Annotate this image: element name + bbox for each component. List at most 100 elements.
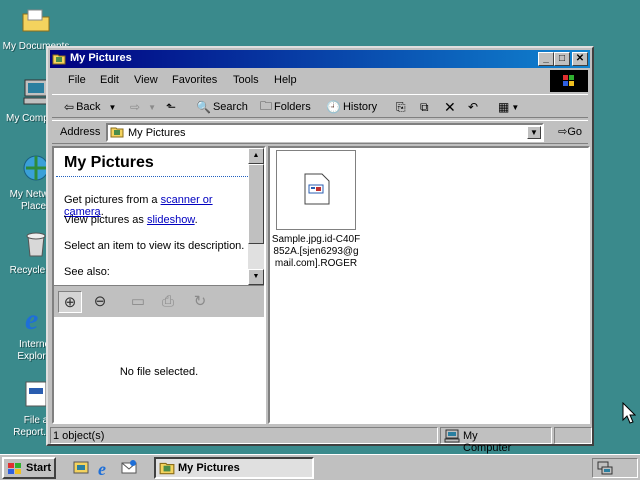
system-tray: [592, 458, 638, 478]
svg-text:e: e: [25, 303, 38, 334]
windows-logo-icon: [563, 75, 574, 86]
folders-label: Folders: [274, 101, 311, 113]
file-list-pane[interactable]: Sample.jpg.id-C40F852A.[sjen6293@gmail.c…: [268, 146, 590, 424]
undo-icon: ↶: [468, 100, 479, 114]
up-folder-button[interactable]: ⬑: [166, 98, 178, 116]
folder-pictures-icon: [52, 54, 66, 65]
menu-help[interactable]: Help: [274, 74, 297, 86]
copy-to-button[interactable]: ⧉: [420, 98, 431, 116]
show-desktop-icon[interactable]: [72, 459, 90, 477]
chevron-down-icon[interactable]: ▼: [109, 103, 117, 112]
address-dropdown-button[interactable]: ▼: [527, 126, 541, 139]
start-button[interactable]: Start: [2, 457, 56, 479]
menu-bar: File Edit View Favorites Tools Help: [52, 70, 588, 92]
back-button[interactable]: ⇦ Back ▼: [64, 98, 116, 116]
delete-x-icon: ✕: [444, 98, 456, 115]
search-button[interactable]: 🔍 Search: [196, 98, 248, 116]
views-button[interactable]: ▦ ▼: [498, 98, 519, 116]
info-line-slideshow: View pictures as slideshow.: [64, 214, 198, 226]
history-icon: 🕘: [326, 100, 341, 114]
go-label: Go: [567, 126, 582, 138]
search-icon: 🔍: [196, 100, 211, 114]
address-bar: Address My Pictures ▼ ⇨Go: [52, 120, 588, 144]
address-input[interactable]: My Pictures ▼: [106, 123, 544, 142]
info-pane: My Pictures Get pictures from a scanner …: [52, 146, 266, 424]
title-bar[interactable]: My Pictures _ □ ✕: [50, 50, 590, 68]
menu-tools[interactable]: Tools: [233, 74, 259, 86]
info-title: My Pictures: [64, 154, 154, 171]
file-name[interactable]: Sample.jpg.id-C40F852A.[sjen6293@gmail.c…: [270, 234, 362, 270]
network-tray-icon[interactable]: [597, 461, 613, 475]
zoom-out-icon[interactable]: ⊖: [88, 291, 112, 313]
taskbar-button-my-pictures[interactable]: My Pictures: [154, 457, 314, 479]
rotate-icon[interactable]: ↻: [188, 291, 212, 313]
status-zone: My Computer: [440, 427, 552, 454]
forward-button[interactable]: ⇨ ▼: [130, 98, 156, 116]
menu-edit[interactable]: Edit: [100, 74, 119, 86]
info-see-also: See also:: [64, 266, 110, 278]
scroll-thumb[interactable]: [248, 164, 264, 244]
chevron-down-icon: ▼: [148, 102, 156, 112]
zoom-in-icon[interactable]: ⊕: [58, 291, 82, 313]
search-label: Search: [212, 101, 248, 113]
info-text: View pictures as: [64, 214, 147, 226]
back-label: Back: [76, 101, 101, 113]
maximize-button[interactable]: □: [554, 52, 570, 66]
folders-icon: 🗀: [260, 98, 273, 113]
status-zone-label: My Computer: [463, 430, 512, 454]
divider: [56, 176, 248, 177]
history-label: History: [342, 101, 378, 113]
go-arrow-icon: ⇨: [558, 126, 568, 138]
internet-explorer-icon[interactable]: e: [96, 459, 114, 477]
print-icon[interactable]: ⎙: [156, 291, 180, 313]
chevron-down-icon: ▼: [511, 102, 520, 112]
slideshow-link[interactable]: slideshow: [147, 214, 195, 226]
folder-description: My Pictures Get pictures from a scanner …: [54, 148, 250, 285]
folders-button[interactable]: 🗀 Folders: [260, 98, 311, 116]
undo-button[interactable]: ↶: [468, 98, 480, 116]
taskbar-button-label: My Pictures: [178, 462, 240, 474]
menu-view[interactable]: View: [134, 74, 158, 86]
start-label: Start: [26, 462, 52, 474]
back-arrow-icon: ⇦: [64, 100, 75, 114]
scroll-up-button[interactable]: ▲: [248, 148, 264, 164]
move-to-button[interactable]: ⎘: [396, 98, 408, 116]
outlook-express-icon[interactable]: [120, 459, 138, 477]
move-to-icon: ⎘: [396, 99, 406, 114]
history-button[interactable]: 🕘 History: [326, 98, 377, 116]
windows-logo-throbber: [550, 70, 588, 92]
go-button[interactable]: ⇨Go: [558, 125, 582, 138]
address-value: My Pictures: [128, 127, 186, 139]
mouse-cursor-icon: [622, 402, 636, 424]
up-folder-icon: ⬑: [166, 100, 177, 114]
views-icon: ▦: [498, 100, 510, 114]
window-title: My Pictures: [70, 52, 132, 64]
info-text: Get pictures from a: [64, 194, 161, 206]
address-label: Address: [60, 126, 101, 138]
close-button[interactable]: ✕: [572, 52, 588, 66]
windows-logo-icon: [8, 463, 21, 474]
svg-text:e: e: [98, 459, 106, 477]
info-scrollbar[interactable]: ▲ ▼: [248, 148, 264, 285]
forward-arrow-icon: ⇨: [130, 100, 141, 114]
scroll-down-button[interactable]: ▼: [248, 269, 264, 285]
delete-button[interactable]: ✕: [444, 98, 458, 116]
explorer-window: My Pictures _ □ ✕ File Edit View Favorit…: [46, 46, 594, 454]
info-text: .: [194, 214, 198, 226]
file-item[interactable]: Sample.jpg.id-C40F852A.[sjen6293@gmail.c…: [270, 148, 364, 288]
menu-file[interactable]: File: [68, 74, 86, 86]
image-preview-toolbar: ⊕ ⊖ ▭ ⎙ ↻: [54, 285, 264, 317]
menu-favorites[interactable]: Favorites: [172, 74, 217, 86]
status-object-count: 1 object(s): [50, 427, 438, 444]
folder-icon: [22, 9, 50, 32]
copy-to-icon: ⧉: [420, 99, 429, 114]
minimize-button[interactable]: _: [538, 52, 554, 66]
folder-pictures-icon: [159, 462, 175, 475]
best-fit-icon[interactable]: ▭: [126, 291, 150, 313]
taskbar: Start e My Pictures: [0, 454, 640, 480]
info-select-hint: Select an item to view its description.: [64, 240, 245, 252]
folder-pictures-icon: [110, 127, 124, 138]
generic-file-icon: [304, 173, 330, 205]
no-file-message: No file selected.: [119, 366, 199, 378]
file-thumbnail[interactable]: [276, 150, 356, 230]
